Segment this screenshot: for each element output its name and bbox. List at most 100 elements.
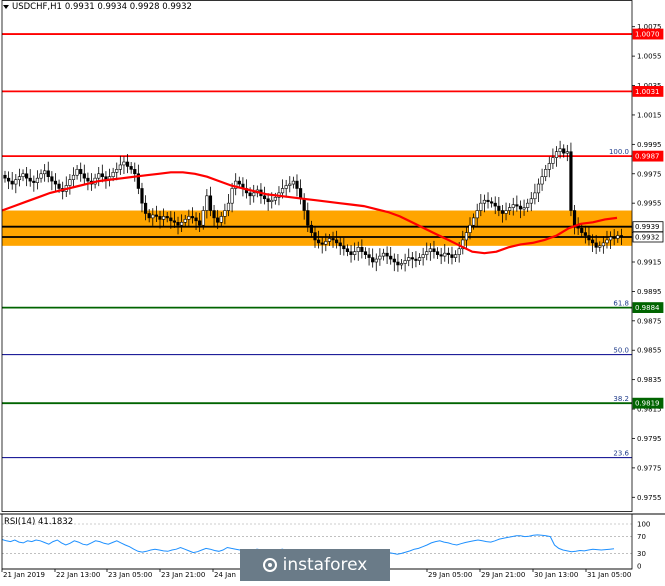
candle-body bbox=[353, 251, 357, 255]
ohlc-values: 0.9931 0.9934 0.9928 0.9932 bbox=[64, 2, 192, 12]
candle-body bbox=[371, 257, 375, 263]
candle-body bbox=[508, 207, 512, 211]
price-tag-label: 0.9939 bbox=[635, 223, 660, 231]
candle-body bbox=[154, 214, 158, 217]
candle-body bbox=[97, 173, 101, 179]
candle-body bbox=[100, 173, 104, 178]
candle bbox=[385, 246, 389, 265]
candle-body bbox=[14, 179, 18, 185]
candle bbox=[10, 172, 14, 190]
candle-body bbox=[205, 195, 209, 211]
candle bbox=[75, 164, 79, 180]
candle-body bbox=[111, 171, 115, 178]
candle bbox=[288, 176, 292, 193]
candle-body bbox=[540, 176, 544, 185]
candle-body bbox=[86, 177, 90, 182]
instaforex-logo-icon bbox=[262, 558, 277, 572]
candle-body bbox=[425, 251, 429, 255]
candle-body bbox=[518, 205, 523, 210]
dropdown-icon[interactable] bbox=[3, 5, 9, 9]
rsi-tick-label: 70 bbox=[637, 533, 646, 541]
rsi-tick-label: 30 bbox=[637, 550, 646, 558]
candle-body bbox=[547, 163, 551, 170]
y-tick-label: 0.9855 bbox=[637, 347, 662, 355]
candle bbox=[446, 247, 450, 264]
candle bbox=[515, 195, 519, 212]
candle bbox=[367, 247, 371, 266]
candle bbox=[39, 169, 43, 183]
candle bbox=[118, 155, 122, 175]
candle-body bbox=[262, 195, 267, 200]
candle-body bbox=[490, 201, 494, 204]
candle bbox=[378, 248, 382, 266]
candle-body bbox=[125, 161, 130, 167]
candle-body bbox=[475, 210, 479, 219]
candle-body bbox=[317, 239, 321, 244]
fib-level-label: 100.0 bbox=[609, 148, 629, 156]
candle bbox=[443, 244, 447, 262]
candle-body bbox=[187, 216, 191, 220]
main-frame bbox=[1, 0, 633, 512]
candle-body bbox=[594, 242, 598, 248]
candle-body bbox=[453, 254, 458, 258]
candle bbox=[43, 164, 47, 182]
y-tick-label: 0.9975 bbox=[637, 170, 662, 178]
candle bbox=[64, 176, 68, 197]
candle bbox=[97, 167, 101, 187]
x-tick-label: 29 Jan 21:00 bbox=[481, 571, 525, 579]
y-tick-label: 0.9955 bbox=[637, 200, 662, 208]
candle bbox=[50, 171, 54, 191]
candle-body bbox=[421, 254, 425, 258]
price-tag-label: 0.9932 bbox=[635, 234, 660, 242]
candle-body bbox=[324, 241, 328, 245]
candle bbox=[140, 182, 144, 213]
instaforex-watermark: instaforex bbox=[240, 549, 390, 581]
y-tick-label: 0.9915 bbox=[637, 259, 662, 267]
candle bbox=[345, 244, 350, 257]
x-tick-label: 22 Jan 13:00 bbox=[56, 571, 100, 579]
candle bbox=[21, 169, 25, 182]
candle-body bbox=[457, 248, 461, 255]
candle-body bbox=[115, 169, 119, 173]
y-tick-label: 0.9775 bbox=[637, 464, 662, 472]
candle-body bbox=[417, 257, 422, 261]
candle-body bbox=[39, 173, 43, 179]
candle bbox=[129, 162, 133, 174]
candle-body bbox=[374, 258, 378, 263]
y-tick-label: 0.9995 bbox=[637, 141, 662, 149]
y-tick-label: 1.0015 bbox=[637, 111, 662, 119]
candle-body bbox=[35, 177, 40, 183]
candle bbox=[551, 148, 555, 170]
candle-body bbox=[389, 255, 393, 260]
candle-body bbox=[605, 239, 609, 244]
candle bbox=[25, 167, 29, 187]
watermark-text: instaforex bbox=[282, 555, 368, 575]
candle bbox=[136, 164, 140, 195]
candle-body bbox=[356, 246, 360, 253]
candle-body bbox=[428, 248, 432, 253]
candle-body bbox=[190, 216, 195, 219]
y-tick-label: 0.9755 bbox=[637, 494, 662, 502]
candle-body bbox=[17, 176, 22, 180]
x-tick-label: 21 Jan 2019 bbox=[3, 571, 45, 579]
candle-body bbox=[43, 170, 47, 175]
candle-body bbox=[338, 242, 342, 247]
candle-body bbox=[446, 252, 450, 255]
candle-body bbox=[511, 204, 515, 208]
candle-body bbox=[183, 219, 187, 223]
candle-body bbox=[410, 257, 414, 260]
price-chart[interactable]: 100.061.850.038.223.6 1.00751.00551.0035… bbox=[0, 0, 665, 582]
candle bbox=[68, 174, 72, 195]
candle bbox=[544, 164, 548, 182]
candle bbox=[453, 250, 458, 262]
fib-level-label: 50.0 bbox=[613, 347, 629, 355]
y-tick-label: 1.0055 bbox=[637, 53, 662, 61]
candle bbox=[565, 144, 569, 162]
candle bbox=[403, 253, 407, 272]
candle-body bbox=[342, 245, 346, 250]
candle-body bbox=[25, 173, 29, 179]
candle-body bbox=[50, 176, 54, 182]
candle-body bbox=[500, 210, 505, 214]
candle bbox=[349, 244, 353, 263]
candle-body bbox=[57, 183, 61, 189]
